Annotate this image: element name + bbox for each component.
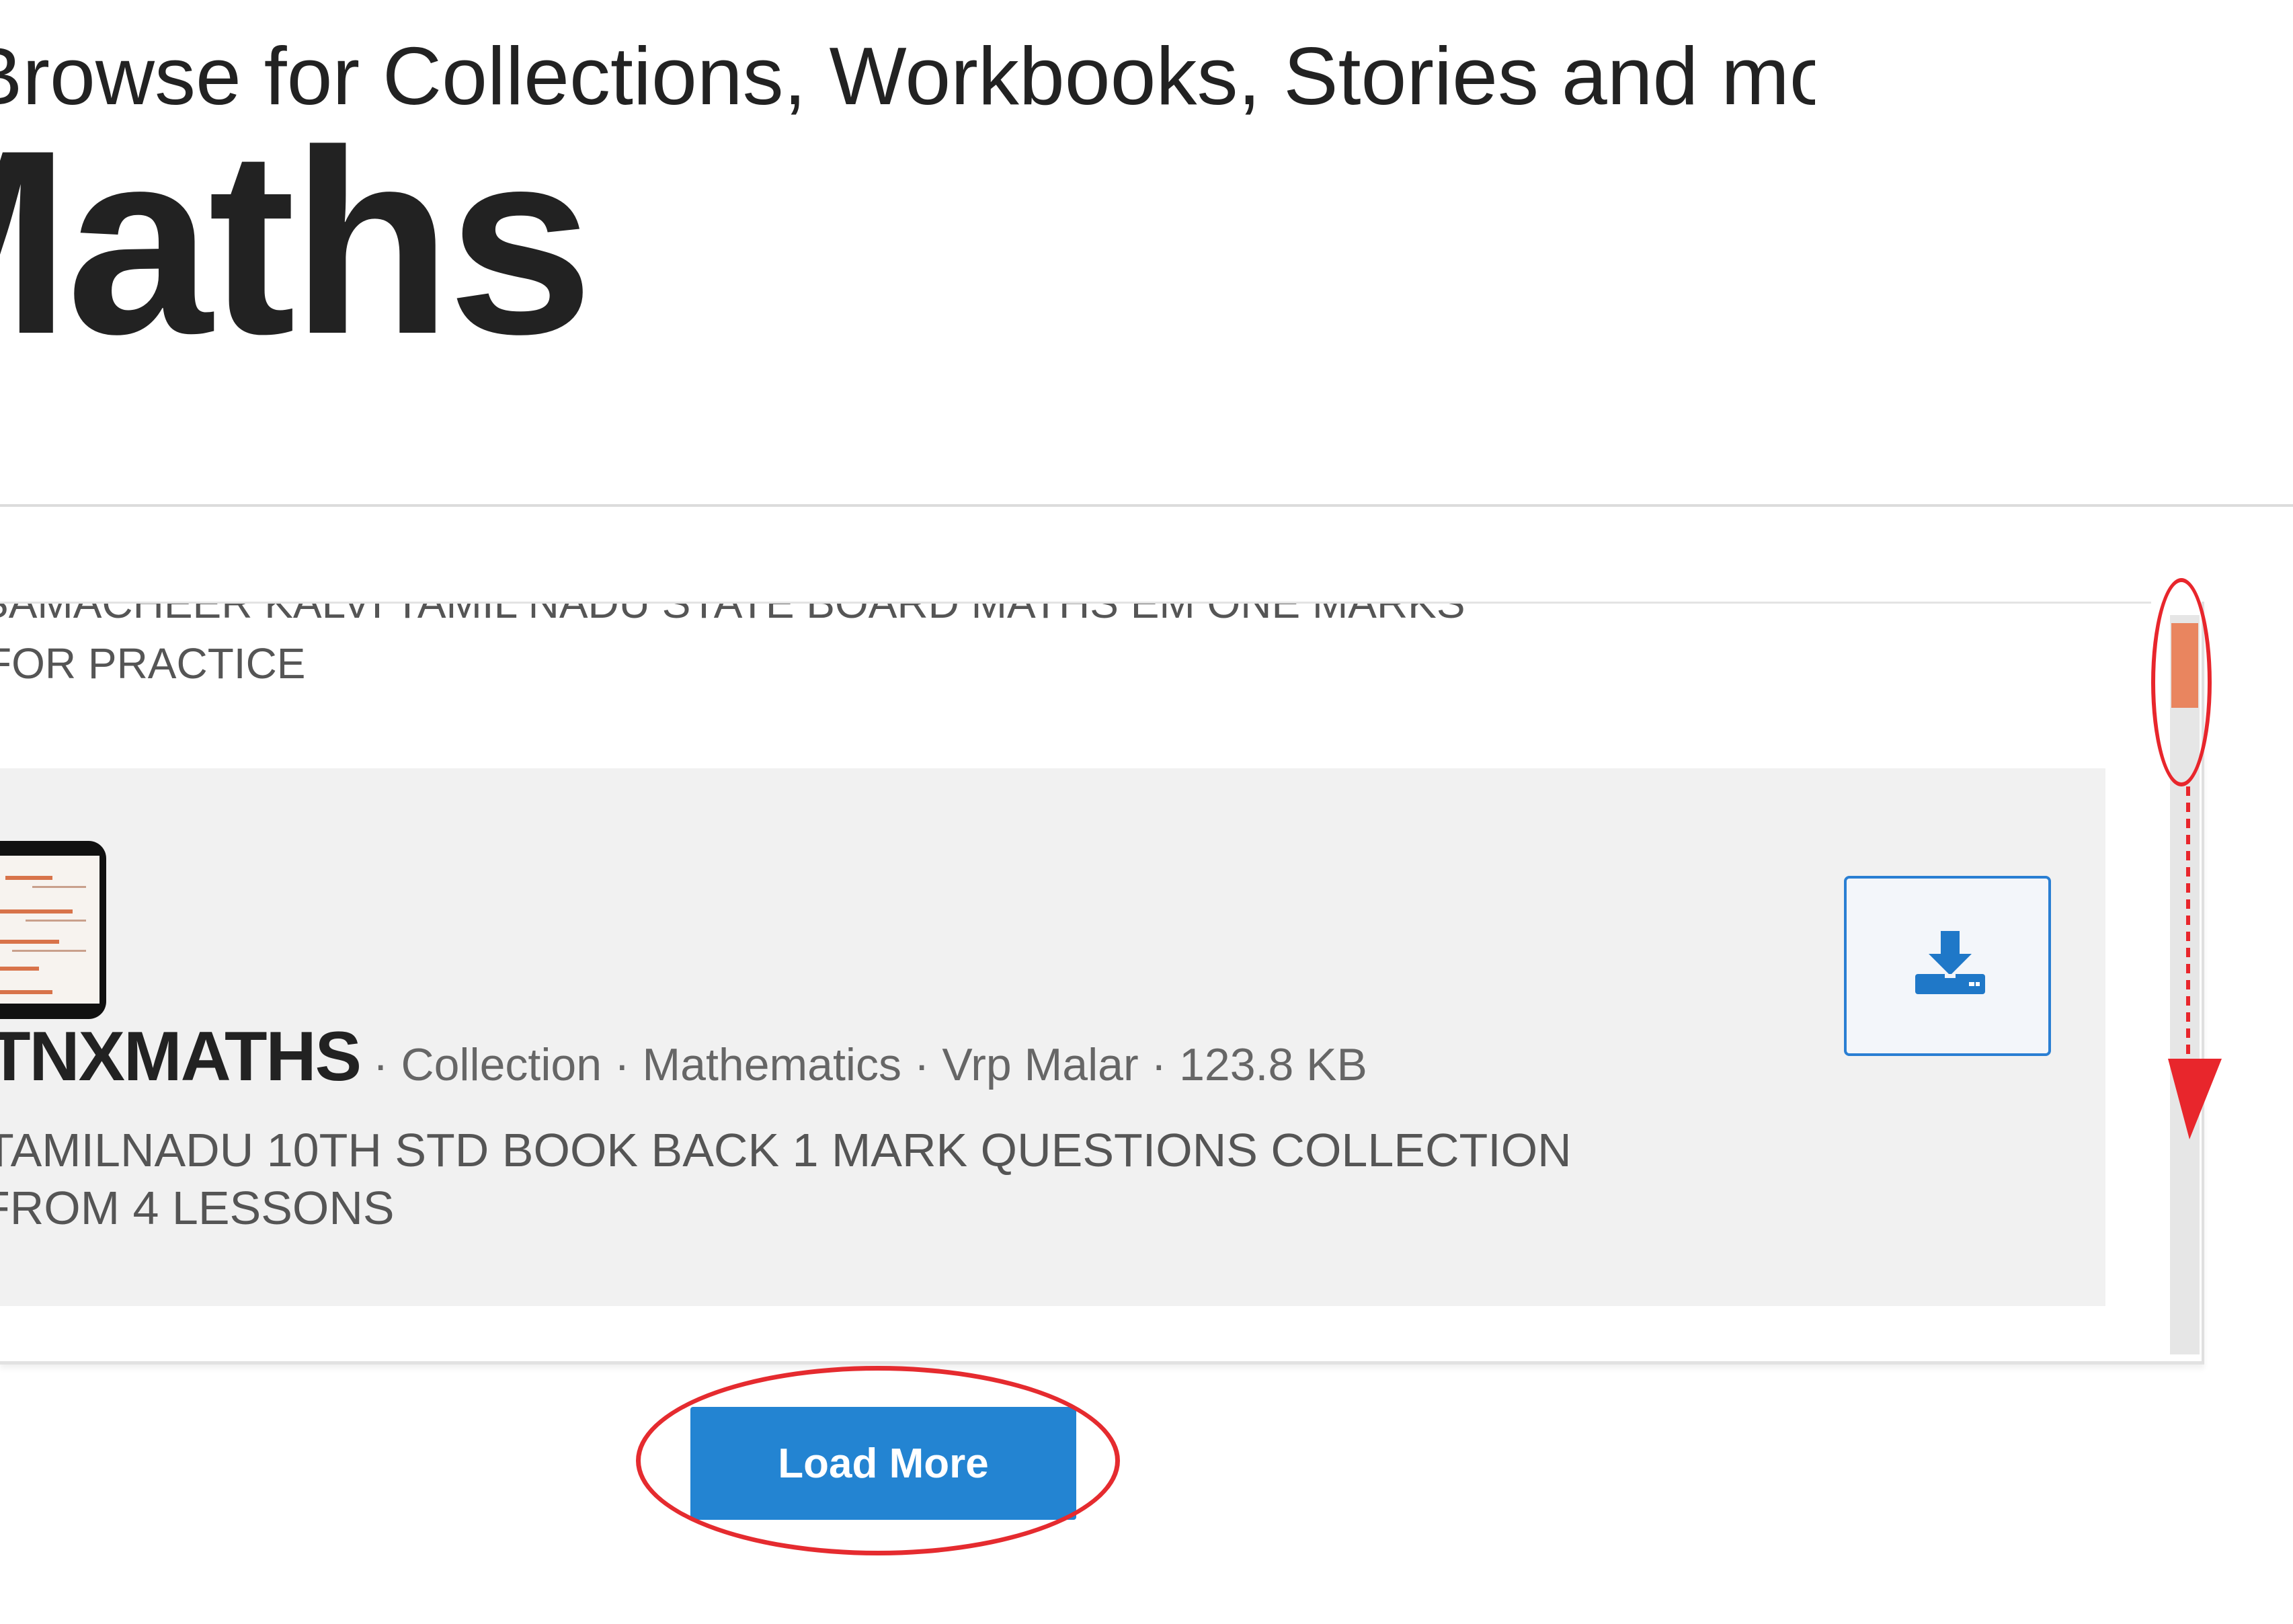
thumbnail-line	[5, 876, 52, 880]
item-description-line1: TAMILNADU 10TH STD BOOK BACK 1 MARK QUES…	[0, 1124, 1572, 1176]
download-icon	[1915, 931, 1985, 994]
download-button[interactable]	[1844, 876, 2051, 1056]
meta-separator: ·	[602, 1039, 643, 1090]
meta-separator: ·	[901, 1039, 942, 1090]
item-title[interactable]: TNXMATHS	[0, 1018, 362, 1096]
previous-item-description-line2: FOR PRACTICE	[0, 639, 306, 688]
page-title: Maths	[0, 108, 594, 376]
item-thumbnail[interactable]	[0, 841, 106, 1019]
thumbnail-line	[32, 886, 86, 888]
scroll-down-arrow-icon	[2168, 786, 2222, 1139]
thumbnail-line	[0, 990, 52, 994]
thumbnail-line	[12, 950, 86, 952]
scrollbar-highlight-circle	[2151, 578, 2212, 786]
results-panel[interactable]: SAMACHEER KALVI TAMIL NADU STATE BOARD M…	[0, 602, 2204, 1365]
item-subject: Mathematics	[642, 1039, 901, 1090]
page: Browse for Collections, Workbooks, Stori…	[0, 0, 2293, 1624]
load-more-highlight-circle	[636, 1366, 1120, 1555]
item-title-row: TNXMATHS · Collection · Mathematics · Vr…	[0, 1017, 1681, 1097]
item-size: 123.8 KB	[1179, 1039, 1367, 1090]
meta-separator: ·	[1138, 1039, 1180, 1090]
thumbnail-line	[0, 967, 39, 971]
results-list: SAMACHEER KALVI TAMIL NADU STATE BOARD M…	[0, 604, 2158, 1356]
thumbnail-page	[0, 856, 99, 1004]
thumbnail-line	[0, 909, 73, 914]
item-description-line2: FROM 4 LESSONS	[0, 1182, 395, 1234]
item-type: Collection	[401, 1039, 602, 1090]
item-author: Vrp Malar	[942, 1039, 1139, 1090]
item-description: TAMILNADU 10TH STD BOOK BACK 1 MARK QUES…	[0, 1121, 1613, 1237]
meta-separator: ·	[360, 1039, 401, 1090]
divider	[0, 504, 2293, 507]
previous-item-description-line1: SAMACHEER KALVI TAMIL NADU STATE BOARD M…	[0, 604, 1681, 633]
thumbnail-line	[0, 940, 59, 944]
list-item[interactable]: TNXMATHS · Collection · Mathematics · Vr…	[0, 768, 2105, 1306]
thumbnail-line	[26, 920, 86, 922]
